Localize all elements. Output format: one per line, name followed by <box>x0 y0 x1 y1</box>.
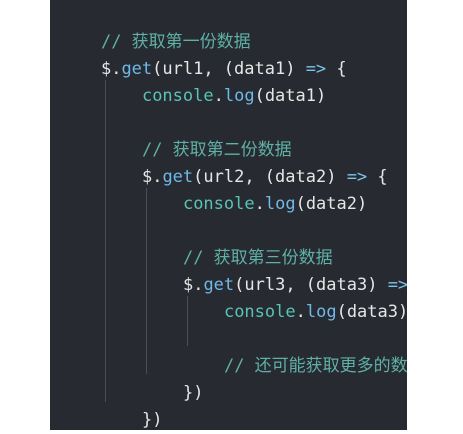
member-dot: . <box>295 302 306 322</box>
code-line-get-url3: $.get(url3, (data3) => { <box>142 243 407 295</box>
log-arguments: (data1) <box>254 86 327 106</box>
closing-brackets: }) <box>182 383 204 403</box>
code-line-log-data3: console.log(data3) <box>183 270 407 322</box>
code-line-close-2: }) <box>101 378 162 430</box>
member-dot: . <box>213 86 224 106</box>
code-line-comment-2: // 获取第二份数据 <box>101 108 292 160</box>
member-dot: . <box>254 194 265 214</box>
code-editor[interactable]: // 获取第一份数据 $.get(url1, (data1) => { cons… <box>50 0 407 430</box>
code-comment: // 还可能获取更多的数据 <box>223 356 407 376</box>
code-line-log-data1: console.log(data1) <box>101 54 326 106</box>
log-arguments: (data2) <box>295 194 368 214</box>
code-line-comment-1: // 获取第一份数据 <box>60 0 251 52</box>
log-function: log <box>305 302 337 322</box>
console-object: console <box>223 302 296 322</box>
code-line-close-1: }) <box>60 403 121 430</box>
code-line-close-3: }) <box>142 351 203 403</box>
code-line-comment-4: // 还可能获取更多的数据 <box>183 324 407 376</box>
code-line-get-url1: $.get(url1, (data1) => { <box>60 27 347 79</box>
open-brace: { <box>367 167 388 187</box>
console-object: console <box>182 194 255 214</box>
log-function: log <box>223 86 255 106</box>
log-function: log <box>264 194 296 214</box>
log-arguments: (data3) <box>336 302 407 322</box>
console-object: console <box>141 86 214 106</box>
open-brace: { <box>326 59 347 79</box>
code-line-comment-3: // 获取第三份数据 <box>142 216 333 268</box>
closing-brackets: }) <box>141 410 163 430</box>
code-line-log-data2: console.log(data2) <box>142 162 367 214</box>
code-line-get-url2: $.get(url2, (data2) => { <box>101 135 388 187</box>
